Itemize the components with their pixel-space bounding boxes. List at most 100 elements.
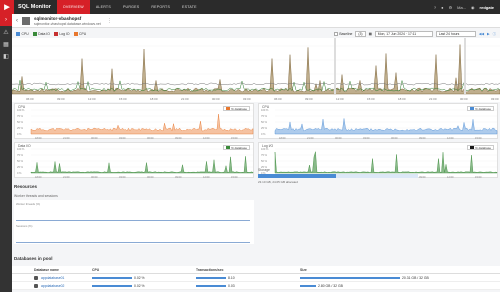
- panel-legend[interactable]: % database: [466, 145, 494, 150]
- time-tick-label: 00:00: [460, 97, 468, 101]
- databases-heading: Databases in pool: [14, 256, 53, 261]
- checkbox-icon[interactable]: [16, 31, 20, 36]
- panel-title: CPU: [18, 105, 26, 109]
- worker-threads-chart: Worker threads (%) Sessions (%): [14, 200, 254, 244]
- panel-chart-svg: 100 %75 %50 %25 %0 %18:0021:0000:0003:00…: [17, 108, 254, 140]
- checkbox-icon[interactable]: [53, 31, 58, 36]
- sidebar-alert-icon[interactable]: ⚠: [0, 26, 12, 38]
- time-tick-label: 06:00: [147, 136, 154, 140]
- time-tick-label: 12:00: [447, 136, 454, 140]
- time-tick-label: 03:00: [363, 136, 370, 140]
- y-tick-label: 0 %: [17, 132, 22, 136]
- time-range-select[interactable]: Last 24 hours: [435, 30, 476, 37]
- sidebar-server-icon[interactable]: ▦: [0, 38, 12, 50]
- time-tick-label: 06:00: [391, 136, 398, 140]
- checkbox-icon[interactable]: [73, 31, 78, 36]
- col-transactions[interactable]: Transactions/sec: [196, 268, 300, 272]
- checkbox-icon[interactable]: [32, 31, 37, 36]
- notification-icon[interactable]: ●: [441, 5, 443, 10]
- time-tick-label: 18:00: [279, 136, 286, 140]
- collapse-chevron-icon[interactable]: ‹: [12, 18, 22, 24]
- redgate-logo-icon[interactable]: ▶: [0, 0, 14, 14]
- time-tick-label: 21:00: [429, 97, 437, 101]
- databases-table: Database name CPU Transactions/sec Size …: [12, 266, 500, 290]
- page-header: ‹ sqlmonitor-vbashopsf sqlmonitor-vbasho…: [12, 14, 500, 28]
- storage-text: 23.10 GB, 24.05 GB allocated: [258, 180, 298, 184]
- chart-toolbar: CPU Data IO Log IO CPU Baseline (3) ▦ Mo…: [12, 29, 500, 38]
- play-icon[interactable]: ▶: [487, 32, 490, 36]
- panel-legend[interactable]: % database: [222, 106, 250, 111]
- storage-bar-fill: [258, 174, 337, 178]
- cpu-panel-left: CPU % database 100 % 75 % 50 % 25 % 0 % 18:00…: [14, 103, 254, 140]
- panel-chart-svg: 100 %75 %50 %25 %0 %18:0021:0000:0003:00…: [17, 147, 254, 179]
- time-tick-label: 03:00: [119, 136, 126, 140]
- series-toggle-cpu-2[interactable]: CPU: [73, 31, 86, 36]
- main-nav: OVERVIEW ALERTS PURGES REPORTS ESTATE: [56, 0, 203, 14]
- calendar-icon[interactable]: ▦: [369, 32, 372, 36]
- sidebar-expand-icon[interactable]: ›: [0, 14, 12, 26]
- time-tick-label: 09:00: [175, 175, 182, 179]
- y-tick-label: 50 %: [17, 120, 24, 124]
- range-handle-right[interactable]: [464, 38, 466, 94]
- range-handle-left[interactable]: [334, 38, 336, 94]
- series-area: [274, 118, 498, 135]
- baseline-toggle[interactable]: Baseline: [333, 31, 352, 36]
- y-tick-label: 75 %: [261, 153, 268, 157]
- top-bar: ▶ SQL Monitor OVERVIEW ALERTS PURGES REP…: [0, 0, 500, 14]
- sidebar-group-icon[interactable]: ◧: [0, 50, 12, 62]
- checkbox-icon[interactable]: [333, 31, 338, 36]
- table-row[interactable]: appdatabase01 0.02 % 8.10 20.31 GB / 32 …: [12, 274, 500, 282]
- series-toggle-log-io[interactable]: Log IO: [53, 31, 70, 36]
- info-icon[interactable]: ⓘ: [493, 31, 496, 36]
- col-size[interactable]: Size: [300, 268, 500, 272]
- date-picker[interactable]: Mon, 17 Jun 2024 · 17:11: [374, 30, 433, 37]
- time-tick-label: 09:00: [175, 136, 182, 140]
- time-tick-label: 03:00: [119, 175, 126, 179]
- panel-legend[interactable]: % database: [466, 106, 494, 111]
- time-tick-label: 03:00: [491, 97, 499, 101]
- time-tick-label: 21:00: [181, 97, 189, 101]
- database-icon: [34, 275, 38, 280]
- time-tick-label: 15:00: [231, 136, 238, 140]
- y-tick-label: 50 %: [261, 120, 268, 124]
- baseline-select[interactable]: (3): [355, 30, 366, 37]
- time-tick-label: 21:00: [63, 136, 70, 140]
- time-tick-label: 18:00: [35, 175, 42, 179]
- rewind-icon[interactable]: ◀◀: [479, 32, 484, 36]
- panel-title: Log I/O: [262, 144, 274, 148]
- app-brand: SQL Monitor: [18, 4, 51, 10]
- y-tick-label: 75 %: [17, 153, 24, 157]
- table-row[interactable]: appdatabase02 0.02 % 0.03 2.80 GB / 32 G…: [12, 282, 500, 290]
- time-tick-label: 15:00: [475, 175, 482, 179]
- database-icon: [34, 283, 38, 288]
- nav-purges[interactable]: PURGES: [117, 0, 145, 14]
- panel-legend[interactable]: % database: [222, 145, 250, 150]
- user-avatar-icon[interactable]: ◉: [471, 5, 475, 10]
- y-tick-label: 25 %: [17, 165, 24, 169]
- col-cpu[interactable]: CPU: [92, 268, 196, 272]
- more-options-icon[interactable]: ⋮: [107, 18, 112, 24]
- col-database-name[interactable]: Database name: [12, 268, 92, 272]
- database-cpu: 0.02 %: [92, 276, 196, 280]
- series-toggle-cpu[interactable]: CPU: [16, 31, 29, 36]
- overview-chart[interactable]: 06:00 09:00 12:00 15:00 18:00 21:00 00:00 03:00…: [11, 38, 500, 102]
- settings-icon[interactable]: ⚙: [449, 5, 453, 10]
- time-tick-label: 09:00: [305, 97, 313, 101]
- user-menu[interactable]: Ma...: [457, 5, 466, 10]
- time-tick-label: 12:00: [88, 97, 96, 101]
- help-icon[interactable]: ?: [434, 5, 436, 10]
- y-tick-label: 25 %: [261, 126, 268, 130]
- database-name[interactable]: appdatabase01: [41, 276, 64, 280]
- table-header: Database name CPU Transactions/sec Size: [12, 266, 500, 274]
- nav-estate[interactable]: ESTATE: [176, 0, 203, 14]
- database-name[interactable]: appdatabase02: [41, 284, 64, 288]
- series-toggle-data-io[interactable]: Data IO: [32, 31, 50, 36]
- series-area: [30, 114, 254, 135]
- y-tick-label: 50 %: [261, 159, 268, 163]
- page-title: sqlmonitor-vbashopsf: [34, 15, 82, 21]
- resources-heading: Resources: [14, 184, 38, 189]
- nav-alerts[interactable]: ALERTS: [90, 0, 117, 14]
- y-tick-label: 25 %: [17, 126, 24, 130]
- nav-reports[interactable]: REPORTS: [145, 0, 176, 14]
- nav-overview[interactable]: OVERVIEW: [56, 0, 90, 14]
